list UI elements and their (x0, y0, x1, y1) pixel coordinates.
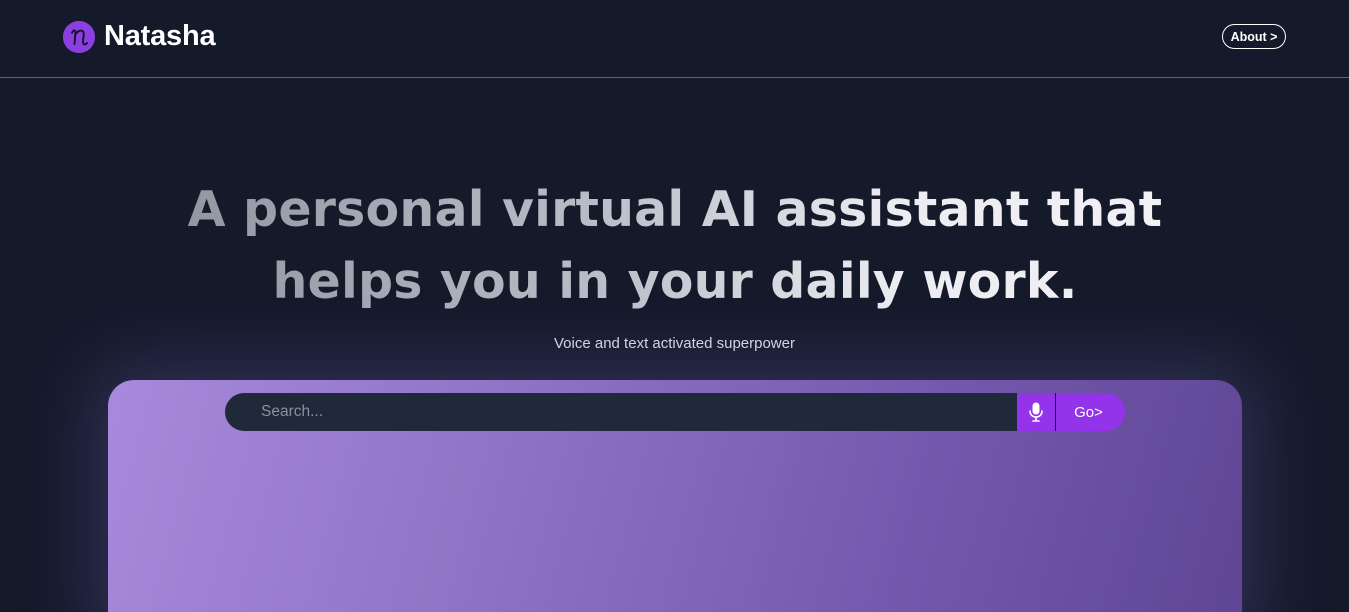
search-bar: Go> (225, 393, 1125, 431)
brand-logo[interactable]: Natasha (63, 20, 216, 53)
hero-title: A personal virtual AI assistant that hel… (120, 174, 1230, 318)
hero-subtitle: Voice and text activated superpower (554, 335, 795, 352)
hero-title-line-1: A personal virtual AI assistant that (187, 181, 1163, 238)
top-navbar: Natasha About > (0, 0, 1349, 78)
hero-title-line-2: helps you in your daily work. (272, 253, 1078, 310)
brand-name: Natasha (104, 20, 216, 52)
page: Natasha About > A personal virtual AI as… (0, 0, 1349, 612)
voice-input-button[interactable] (1017, 393, 1056, 431)
search-input[interactable] (225, 393, 1017, 431)
cursive-n-logo-icon (63, 20, 95, 53)
go-button[interactable]: Go> (1056, 393, 1125, 431)
microphone-icon (1029, 402, 1043, 422)
about-button[interactable]: About > (1222, 24, 1286, 49)
